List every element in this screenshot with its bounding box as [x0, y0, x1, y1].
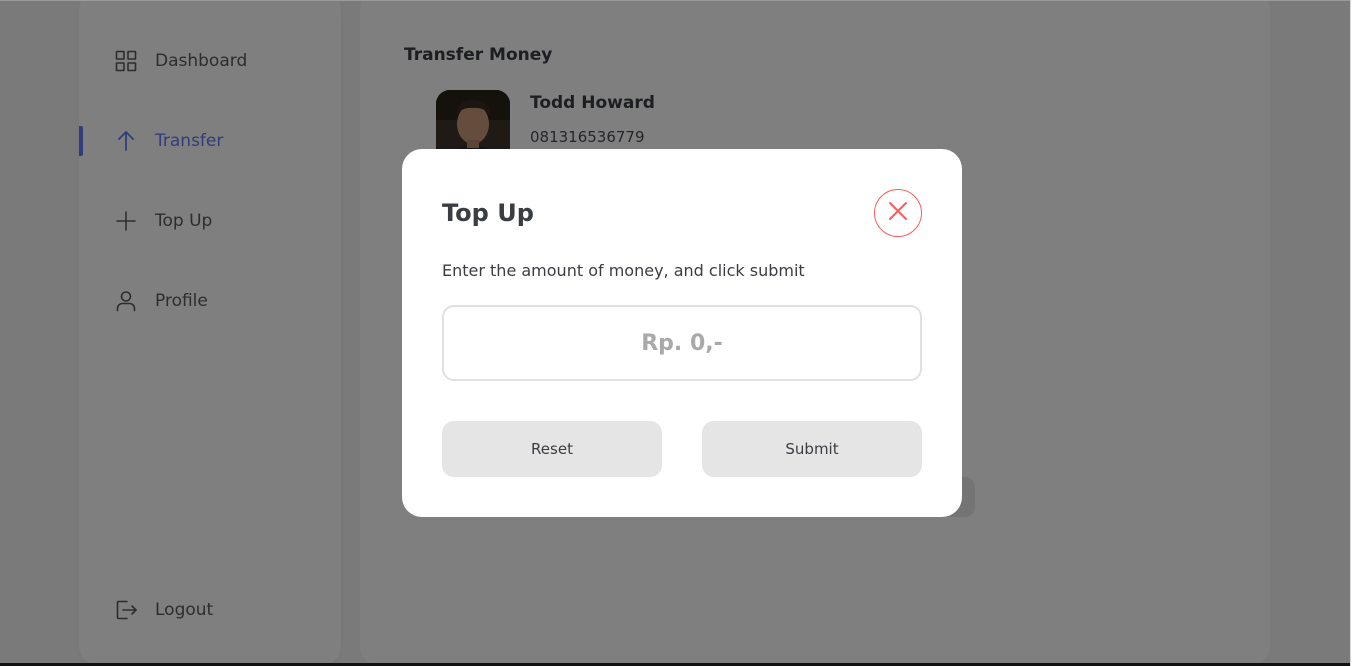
top-border [0, 0, 1365, 1]
close-icon [888, 201, 908, 225]
scrollbar-track[interactable] [1350, 0, 1365, 666]
reset-button[interactable]: Reset [442, 421, 662, 477]
app-page: Dashboard Transfer Top Up [0, 0, 1365, 666]
close-button[interactable] [874, 189, 922, 237]
top-up-modal: Top Up Enter the amount of money, and cl… [402, 149, 962, 517]
submit-button[interactable]: Submit [702, 421, 922, 477]
modal-title: Top Up [442, 199, 534, 227]
amount-input[interactable] [442, 305, 922, 381]
modal-description: Enter the amount of money, and click sub… [442, 261, 805, 280]
